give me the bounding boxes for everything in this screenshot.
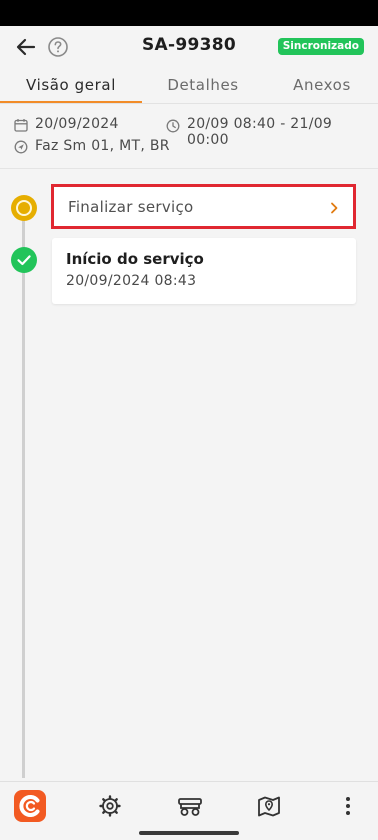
more-vertical-icon[interactable] [334,792,362,820]
tab-overview[interactable]: Visão geral [0,68,142,103]
app-logo[interactable] [14,790,46,822]
chevron-right-icon [331,202,338,214]
pending-step-icon [11,195,37,221]
map-pin-icon[interactable] [255,792,283,820]
completed-step-icon [11,247,37,273]
service-date: 20/09/2024 [35,116,119,132]
app-header: SA-99380 Sincronizado [0,26,378,68]
service-location: Faz Sm 01, MT, BR [35,138,170,154]
home-indicator[interactable] [139,831,239,835]
sync-status-badge: Sincronizado [277,38,364,55]
location-arrow-icon [14,140,28,154]
tab-attachments[interactable]: Anexos [270,68,374,103]
finalize-service-label: Finalizar serviço [68,198,194,216]
tab-details[interactable]: Detalhes [136,68,270,103]
status-bar [0,0,378,26]
service-time-range: 20/09 08:40 - 21/09 00:00 [187,116,333,148]
clock-icon [166,119,180,133]
app-logo-icon [19,795,40,817]
finalize-service-button[interactable]: Finalizar serviço [51,184,356,229]
check-icon [17,255,31,266]
timeline-line [22,200,25,778]
calendar-icon [14,119,28,132]
gear-icon[interactable] [96,792,124,820]
service-start-datetime: 20/09/2024 08:43 [66,273,197,289]
vehicle-icon[interactable] [176,792,204,820]
service-start-title: Início do serviço [66,250,204,268]
service-summary: 20/09/2024 20/09 08:40 - 21/09 00:00 Faz… [0,104,378,168]
service-start-card[interactable]: Início do serviço 20/09/2024 08:43 [52,238,356,304]
tab-bar: Visão geral Detalhes Anexos [0,68,378,104]
bottom-navigation [0,781,378,830]
summary-divider [0,168,378,169]
